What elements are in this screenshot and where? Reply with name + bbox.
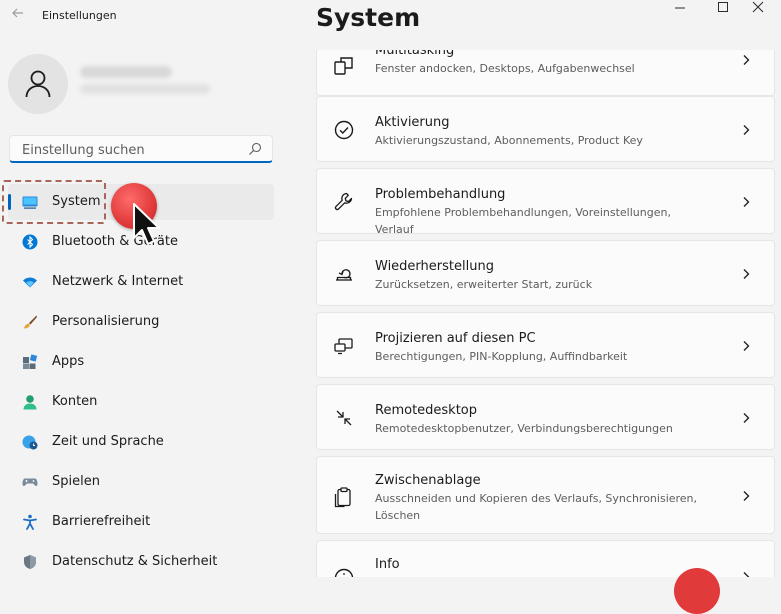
sidebar-item-label: Apps	[52, 354, 85, 369]
sidebar-item-label: Zeit und Sprache	[52, 434, 164, 449]
settings-card-troubleshoot[interactable]: Problembehandlung Empfohlene Problembeha…	[316, 168, 775, 236]
sidebar: System Bluetooth & Geräte Netzwerk & Int…	[0, 32, 296, 577]
search-input[interactable]	[20, 139, 244, 161]
remote-desktop-icon	[336, 410, 352, 426]
sidebar-item-label: Netzwerk & Internet	[52, 274, 184, 289]
recovery-icon	[336, 269, 352, 281]
settings-card-multitasking[interactable]: Multitasking Fenster andocken, Desktops,…	[316, 50, 775, 96]
gamepad-icon	[22, 478, 38, 486]
chevron-right-icon	[743, 413, 750, 423]
sidebar-item-label: Spielen	[52, 474, 100, 489]
search-box[interactable]	[9, 135, 273, 163]
search-icon[interactable]	[248, 142, 262, 156]
info-icon	[334, 568, 354, 577]
sidebar-item-label: Konten	[52, 394, 98, 409]
card-title: Wiederherstellung	[375, 259, 494, 274]
apps-icon	[23, 354, 38, 369]
back-arrow-icon[interactable]	[8, 6, 28, 26]
project-icon	[334, 338, 353, 355]
card-subtitle: Ausschneiden und Kopieren des Verlaufs, …	[375, 492, 698, 522]
settings-card-project-to-pc[interactable]: Projizieren auf diesen PC Berechtigungen…	[316, 312, 775, 378]
sidebar-item-gaming[interactable]: Spielen	[8, 464, 274, 500]
user-icon	[23, 395, 37, 410]
page-title: System	[316, 3, 421, 32]
sidebar-item-apps[interactable]: Apps	[8, 344, 274, 380]
chevron-right-icon	[743, 341, 750, 351]
card-subtitle: Zurücksetzen, erweiterter Start, zurück	[375, 278, 593, 291]
bluetooth-icon	[22, 234, 38, 250]
settings-list: Multitasking Fenster andocken, Desktops,…	[308, 50, 781, 577]
shield-icon	[24, 555, 36, 569]
chevron-right-icon	[743, 125, 750, 135]
user-silhouette-icon	[25, 70, 51, 98]
clipboard-icon	[334, 487, 351, 508]
card-subtitle: Fenster andocken, Desktops, Aufgabenwech…	[375, 62, 635, 75]
multitasking-icon	[334, 57, 353, 75]
settings-card-clipboard[interactable]: Zwischenablage Ausschneiden und Kopieren…	[316, 456, 775, 534]
user-name-blurred	[80, 66, 172, 78]
close-icon[interactable]	[735, 0, 781, 28]
card-title: Remotedesktop	[375, 403, 478, 418]
card-title: Info	[375, 557, 400, 572]
card-subtitle: Berechtigungen, PIN-Kopplung, Auffindbar…	[375, 350, 628, 363]
accessibility-icon	[23, 514, 37, 530]
chevron-right-icon	[743, 55, 750, 65]
chevron-right-icon	[743, 269, 750, 279]
sidebar-item-accessibility[interactable]: Barrierefreiheit	[8, 504, 274, 540]
card-subtitle: Empfohlene Problembehandlungen, Voreinst…	[375, 206, 671, 236]
card-title: Problembehandlung	[375, 187, 506, 202]
card-subtitle: Remotedesktopbenutzer, Verbindungsberech…	[375, 422, 673, 435]
app-title: Einstellungen	[42, 9, 117, 22]
card-title: Aktivierung	[375, 115, 450, 130]
annotation-highlight-box	[2, 180, 106, 224]
card-title: Projizieren auf diesen PC	[375, 331, 536, 346]
card-title: Multitasking	[375, 50, 455, 58]
wifi-icon	[23, 277, 37, 288]
avatar[interactable]	[8, 54, 68, 114]
check-circle-icon	[334, 120, 354, 140]
sidebar-item-time-language[interactable]: Zeit und Sprache	[8, 424, 274, 460]
settings-card-activation[interactable]: Aktivierung Aktivierungszustand, Abonnem…	[316, 96, 775, 162]
user-email-blurred	[80, 84, 210, 94]
sidebar-item-label: Personalisierung	[52, 314, 160, 329]
minimize-icon[interactable]	[657, 0, 703, 28]
sidebar-item-privacy-security[interactable]: Datenschutz & Sicherheit	[8, 544, 274, 580]
sidebar-item-network[interactable]: Netzwerk & Internet	[8, 264, 274, 300]
chevron-right-icon	[743, 197, 750, 207]
settings-card-remote-desktop[interactable]: Remotedesktop Remotedesktopbenutzer, Ver…	[316, 384, 775, 450]
sidebar-item-personalization[interactable]: Personalisierung	[8, 304, 274, 340]
card-title: Zwischenablage	[375, 473, 481, 488]
settings-card-recovery[interactable]: Wiederherstellung Zurücksetzen, erweiter…	[316, 240, 775, 306]
card-subtitle: Aktivierungszustand, Abonnements, Produc…	[375, 134, 643, 147]
wrench-icon	[334, 192, 353, 211]
mouse-pointer-icon	[133, 203, 160, 245]
globe-clock-icon	[22, 435, 38, 450]
chevron-right-icon	[743, 491, 750, 501]
sidebar-item-accounts[interactable]: Konten	[8, 384, 274, 420]
sidebar-item-label: Barrierefreiheit	[52, 514, 151, 529]
annotation-click-marker	[674, 568, 720, 614]
brush-icon	[23, 315, 37, 329]
chevron-right-icon	[743, 572, 750, 577]
sidebar-item-label: Datenschutz & Sicherheit	[52, 554, 218, 569]
